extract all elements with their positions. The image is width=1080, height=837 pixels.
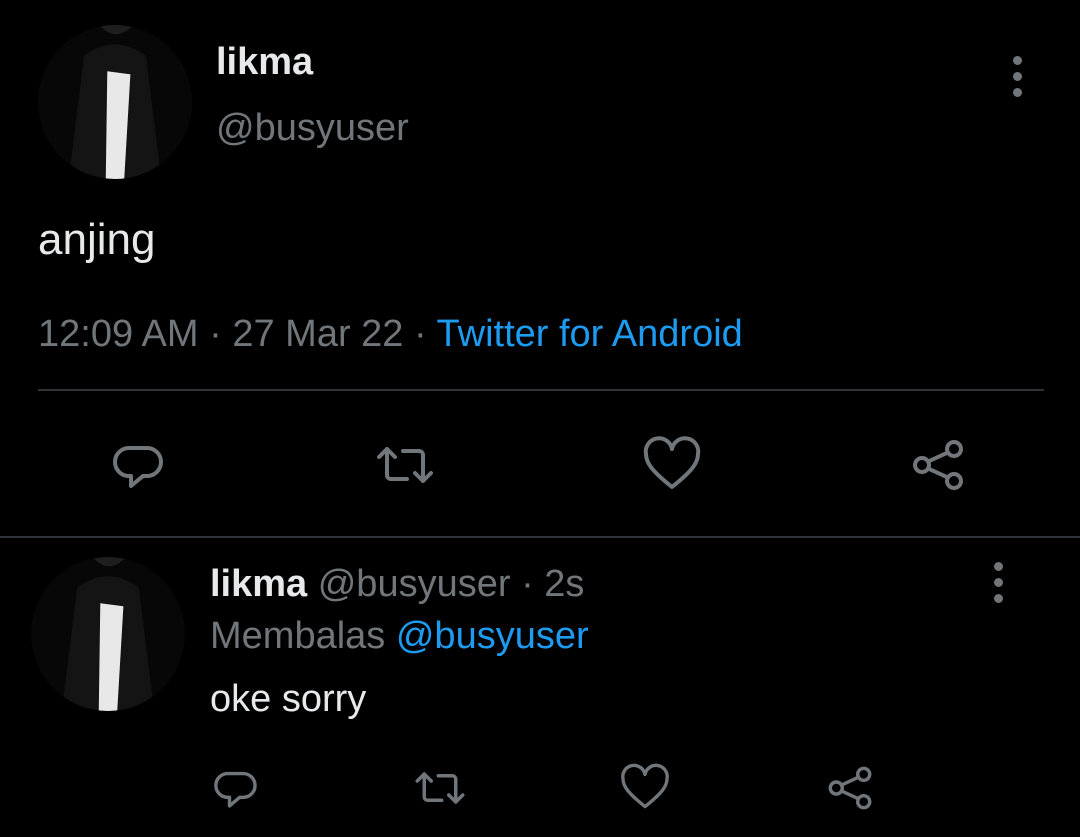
reply-tweet-avatar[interactable] bbox=[31, 557, 185, 711]
reply-reply-button[interactable] bbox=[208, 758, 268, 818]
retweet-button[interactable] bbox=[370, 430, 440, 500]
reply-more-icon[interactable] bbox=[978, 557, 1018, 607]
reply-age: 2s bbox=[544, 563, 585, 605]
like-button[interactable] bbox=[637, 430, 707, 500]
retweet-icon bbox=[377, 447, 433, 483]
meta-separator: · bbox=[414, 313, 427, 355]
heart-icon bbox=[621, 763, 669, 809]
reply-retweet-button[interactable] bbox=[410, 758, 470, 818]
reply-header: likma @busyuser · 2s bbox=[210, 562, 584, 606]
reply-icon bbox=[113, 446, 163, 488]
reply-text: oke sorry bbox=[210, 678, 367, 720]
main-tweet-avatar[interactable] bbox=[38, 25, 192, 179]
header-separator: · bbox=[521, 563, 534, 605]
avatar-image bbox=[31, 557, 185, 711]
reply-button[interactable] bbox=[106, 430, 176, 500]
meta-separator: · bbox=[209, 313, 222, 355]
reply-display-name[interactable]: likma bbox=[210, 563, 307, 605]
main-tweet-more-icon[interactable] bbox=[997, 51, 1037, 101]
heart-icon bbox=[643, 436, 701, 489]
tweet-time: 12:09 AM bbox=[38, 313, 199, 355]
share-icon bbox=[913, 440, 963, 490]
reply-share-button[interactable] bbox=[820, 758, 880, 818]
replying-to-label: Membalas bbox=[210, 615, 386, 657]
share-button[interactable] bbox=[903, 430, 973, 500]
thread-divider bbox=[0, 536, 1080, 538]
meta-divider bbox=[38, 389, 1044, 391]
retweet-icon bbox=[415, 772, 465, 804]
main-tweet-text: anjing bbox=[38, 215, 156, 264]
tweet-date[interactable]: 27 Mar 22 bbox=[232, 313, 403, 355]
replying-to: Membalas @busyuser bbox=[210, 614, 589, 658]
share-icon bbox=[828, 766, 872, 810]
main-tweet-display-name[interactable]: likma bbox=[216, 40, 313, 84]
reply-icon bbox=[214, 771, 257, 808]
reply-like-button[interactable] bbox=[615, 758, 675, 818]
main-tweet-meta: 12:09 AM · 27 Mar 22 · Twitter for Andro… bbox=[38, 312, 743, 356]
replying-to-handle[interactable]: @busyuser bbox=[396, 615, 589, 657]
tweet-source-link[interactable]: Twitter for Android bbox=[437, 313, 743, 355]
reply-handle[interactable]: @busyuser bbox=[318, 563, 511, 605]
main-tweet-handle[interactable]: @busyuser bbox=[216, 106, 409, 150]
avatar-image bbox=[38, 25, 192, 179]
